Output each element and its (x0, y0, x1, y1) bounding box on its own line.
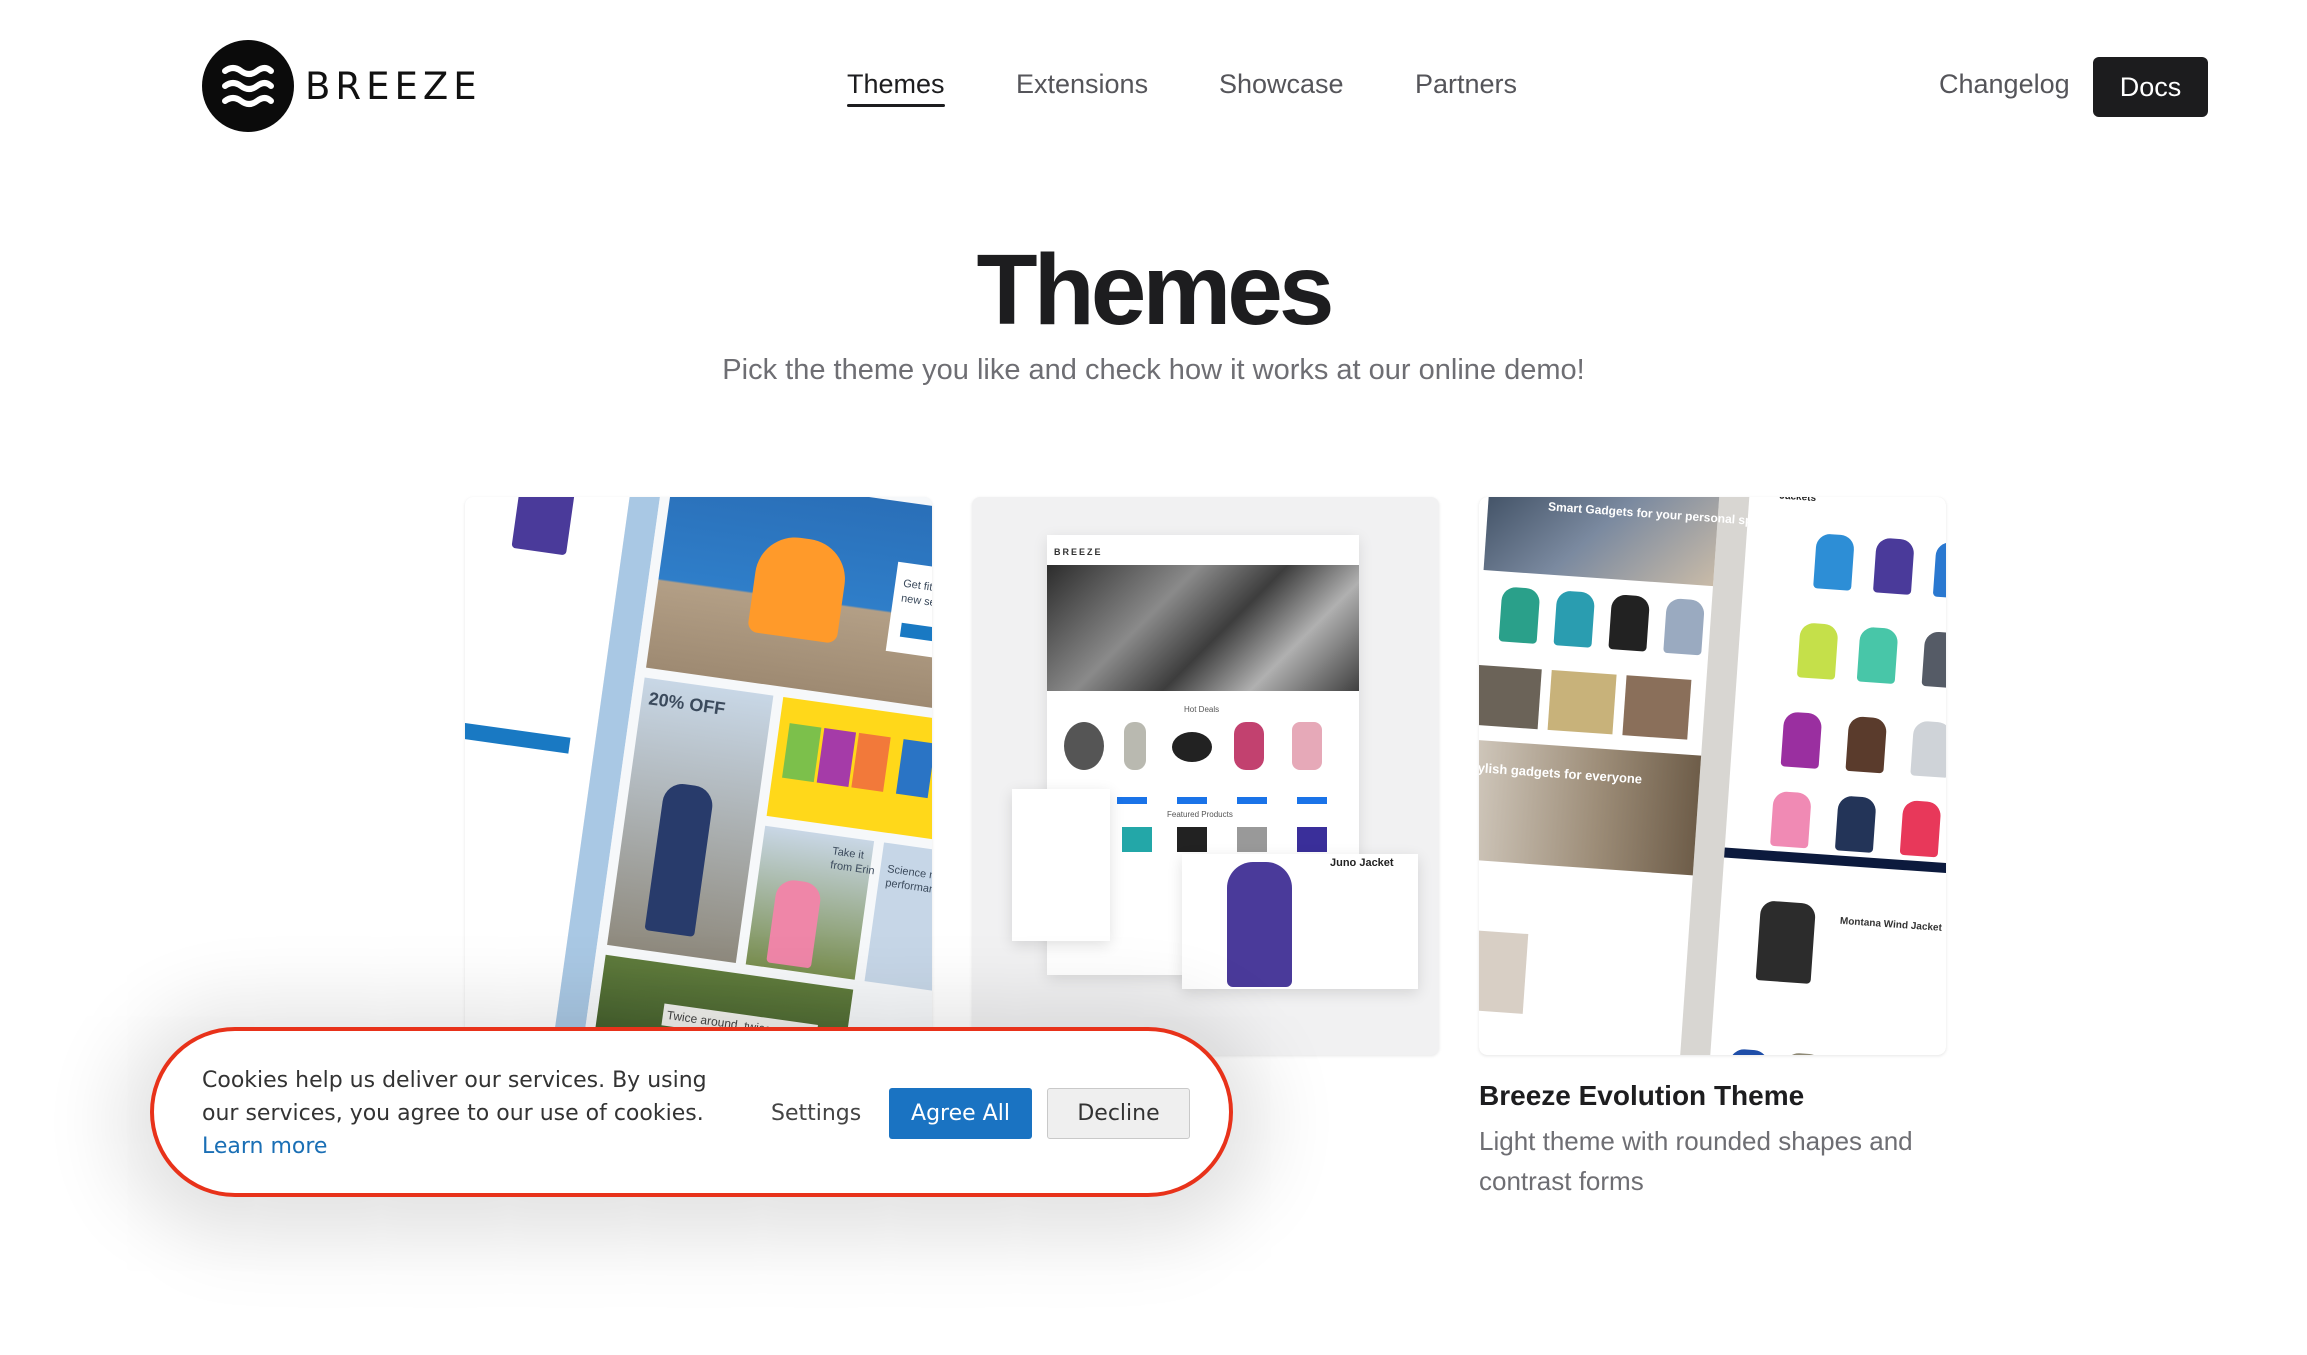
theme-card-description: Light theme with rounded shapes and cont… (1479, 1126, 1913, 1196)
theme-card-luma[interactable]: Get fit and look new seasonal st 20% OFF… (465, 497, 932, 1055)
product-jacket-image (1227, 862, 1292, 987)
cookie-message-block: Cookies help us deliver our services. By… (202, 1064, 722, 1163)
page-subtitle: Pick the theme you like and check how it… (722, 354, 1585, 386)
cookie-message: Cookies help us deliver our services. By… (202, 1068, 707, 1126)
breeze-waves-icon (202, 40, 294, 132)
nav-extensions[interactable]: Extensions (1016, 68, 1148, 100)
theme-card-breeze-evolution[interactable]: Smart Gadgets for your personal space St… (1479, 497, 1946, 1201)
logo-wordmark: BREEZE (305, 64, 482, 108)
nav-themes[interactable]: Themes (847, 68, 945, 107)
theme-preview-image[interactable]: Smart Gadgets for your personal space St… (1479, 497, 1946, 1055)
theme-card-breeze-blank[interactable]: BREEZE Hot Deals Featured Products Juno … (972, 497, 1439, 1055)
cookie-settings-button[interactable]: Settings (771, 1089, 861, 1139)
nav-showcase[interactable]: Showcase (1219, 68, 1344, 100)
cookie-consent-banner: Cookies help us deliver our services. By… (150, 1027, 1233, 1197)
decline-button[interactable]: Decline (1047, 1088, 1190, 1139)
learn-more-link[interactable]: Learn more (202, 1130, 722, 1163)
logo-link[interactable]: BREEZE (202, 40, 482, 132)
page-title: Themes (976, 234, 1335, 346)
theme-preview-image[interactable]: Get fit and look new seasonal st 20% OFF… (465, 497, 932, 1055)
theme-preview-image[interactable]: BREEZE Hot Deals Featured Products Juno … (972, 497, 1439, 1055)
theme-card-title[interactable]: Breeze Evolution Theme (1479, 1079, 1946, 1113)
docs-button[interactable]: Docs (2093, 57, 2208, 117)
agree-all-button[interactable]: Agree All (889, 1088, 1032, 1139)
nav-partners[interactable]: Partners (1415, 68, 1517, 100)
changelog-link[interactable]: Changelog (1939, 68, 2070, 100)
